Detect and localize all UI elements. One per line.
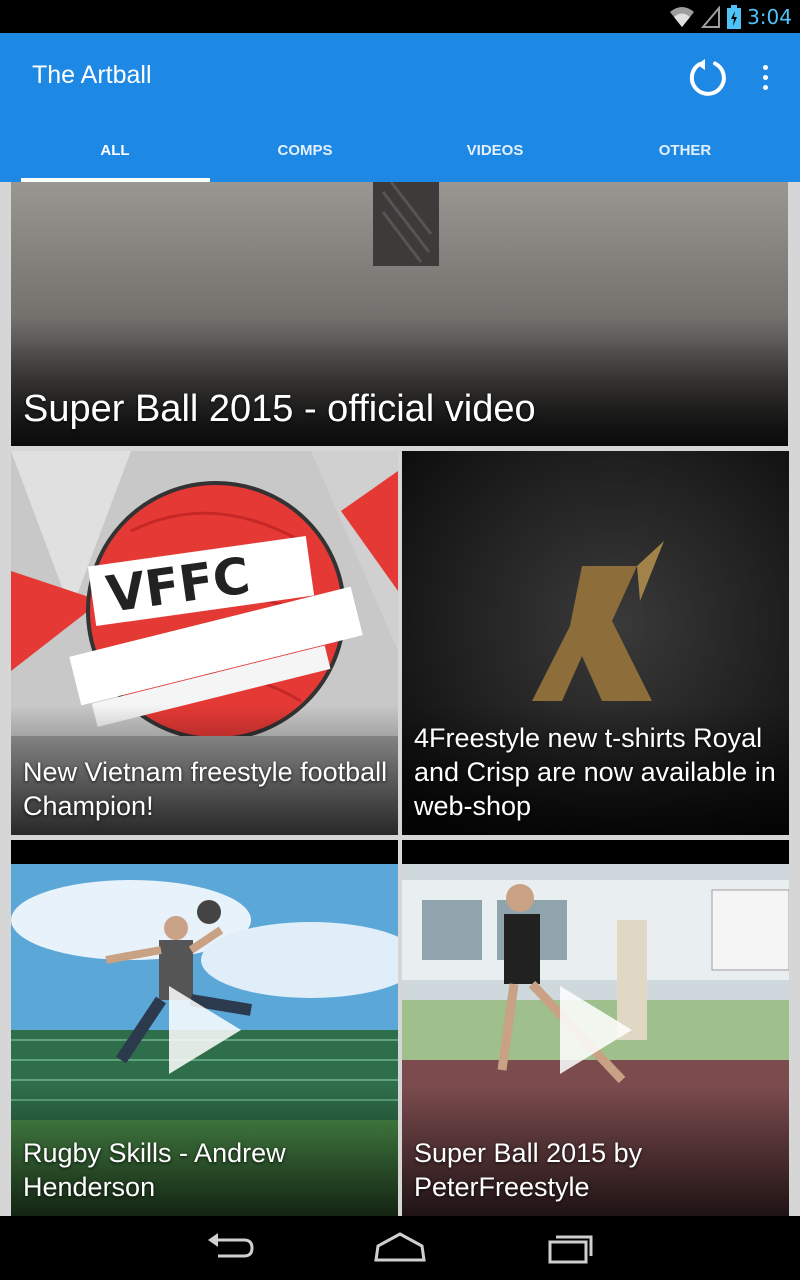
card-title: New Vietnam freestyle football Champion! [23,757,388,821]
back-icon [208,1233,254,1258]
recent-apps-button[interactable] [540,1230,600,1266]
wifi-icon [670,7,695,27]
tab-label: VIDEOS [466,141,524,159]
feed-card-rugby-skills[interactable]: Rugby Skills - Andrew Henderson [11,840,398,1216]
feed: Super Ball 2015 - official video VFFC Ne… [0,182,800,1216]
overflow-menu-icon-dot [762,64,768,70]
card-title: Rugby Skills - Andrew Henderson [23,1138,286,1202]
battery-charging-icon [727,5,742,29]
card-title: Super Ball 2015 - official video [23,388,536,430]
card-title: 4Freestyle new t-shirts Royal and Crisp … [414,723,776,821]
refresh-icon [689,59,726,96]
status-clock: 3:04 [747,5,792,29]
tab-other[interactable]: OTHER [590,118,780,182]
overflow-menu-icon-dot [762,84,768,90]
feed-card-super-ball-official[interactable]: Super Ball 2015 - official video [11,182,788,446]
overflow-menu-button[interactable] [752,59,778,95]
tab-label: COMPS [277,141,333,159]
app-bar: The Artball ALL COMPS VIDEOS OTHER [0,33,800,182]
feed-card-4freestyle-tshirts[interactable]: 4Freestyle new t-shirts Royal and Crisp … [402,451,789,835]
card-title: Super Ball 2015 by PeterFreestyle [414,1138,643,1202]
app-title: The Artball [32,61,152,89]
tab-label: ALL [100,141,130,159]
home-button[interactable] [370,1230,430,1266]
play-icon [169,986,241,1074]
status-icons: 3:04 [669,4,792,30]
play-icon [560,986,632,1074]
tab-videos[interactable]: VIDEOS [400,118,590,182]
cell-signal-icon [701,6,721,28]
overflow-menu-icon-dot [762,74,768,80]
feed-card-vietnam-champion[interactable]: VFFC New Vietnam freestyle football Cham… [11,451,398,835]
home-icon [374,1232,426,1262]
refresh-button[interactable] [686,55,730,99]
recent-apps-icon [548,1235,593,1264]
feed-card-super-ball-peter[interactable]: Super Ball 2015 by PeterFreestyle [402,840,789,1216]
tab-comps[interactable]: COMPS [210,118,400,182]
tab-label: OTHER [658,141,712,159]
status-bar: 3:04 [0,0,800,33]
back-button[interactable] [200,1230,260,1266]
tab-all[interactable]: ALL [20,118,210,182]
tab-bar: ALL COMPS VIDEOS OTHER [20,118,780,182]
system-nav-bar [0,1216,800,1280]
